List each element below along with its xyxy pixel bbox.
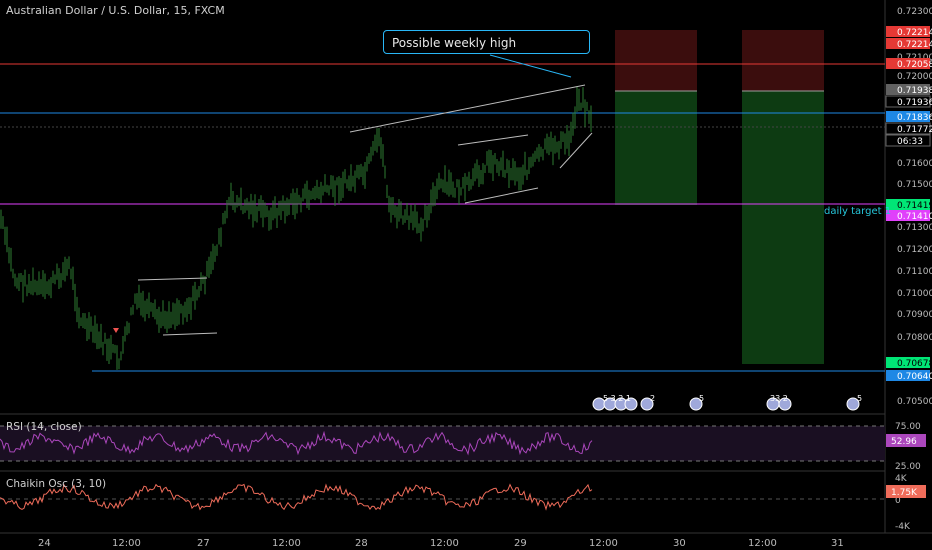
time-tick: 12:00 [272, 538, 301, 549]
price-tick: 0.72300 [897, 7, 932, 17]
price-tick: 0.71600 [897, 159, 932, 169]
daily-target-label: daily target 1 [824, 206, 892, 217]
chart-title: Australian Dollar / U.S. Dollar, 15, FXC… [6, 4, 225, 17]
time-tick: 12:00 [748, 538, 777, 549]
price-badge-text: 0.71772 [897, 125, 932, 135]
rsi-tick-25: 25.00 [895, 462, 921, 472]
chaikin-tick-neg4k: -4K [895, 522, 911, 532]
rsi-value: 52.96 [891, 437, 917, 447]
price-badge-text: 06:33 [897, 137, 923, 147]
time-tick: 31 [831, 538, 844, 549]
price-badge-text: 0.71936 [897, 98, 932, 108]
price-badge-text: 0.71938 [897, 86, 932, 96]
callout-possible-weekly-high[interactable]: Possible weekly high [383, 30, 590, 54]
price-badge-text: 0.72058 [897, 60, 932, 70]
loss-zone-2[interactable] [742, 30, 824, 91]
price-tick: 0.72000 [897, 72, 932, 82]
price-badge-text: 0.71836 [897, 113, 932, 123]
time-tick: 30 [673, 538, 686, 549]
price-badge-text: 0.72214 [897, 40, 932, 50]
chaikin-tick-4k: 4K [895, 474, 908, 484]
price-badge-text: 0.70678 [897, 359, 932, 369]
profit-zone-1[interactable] [615, 91, 697, 205]
event-label-1: 5 3 2 1 [603, 394, 631, 403]
price-tick: 0.70800 [897, 333, 932, 343]
profit-zone-2[interactable] [742, 91, 824, 364]
price-badge-text: 0.72214 [897, 28, 932, 38]
price-tick: 0.70900 [897, 310, 932, 320]
time-tick: 27 [197, 538, 210, 549]
time-tick: 29 [514, 538, 527, 549]
price-badge-text: 0.71410 [897, 212, 932, 222]
price-badge-text: 0.70640 [897, 372, 932, 382]
event-label-2: 2 [650, 394, 655, 403]
price-badge-text: 0.71419 [897, 201, 932, 211]
time-tick: 12:00 [112, 538, 141, 549]
rsi-title[interactable]: RSI (14, close) [6, 421, 82, 433]
time-tick: 24 [38, 538, 51, 549]
event-label-3: 5 [699, 394, 704, 403]
price-tick: 0.70500 [897, 397, 932, 407]
chaikin-title[interactable]: Chaikin Osc (3, 10) [6, 478, 106, 490]
chart-canvas[interactable]: 5 3 2 1 2 5 33 2 5 0.72300 0.72100 0.720… [0, 0, 932, 550]
loss-zone-1[interactable] [615, 30, 697, 91]
time-tick: 28 [355, 538, 368, 549]
rsi-band [0, 426, 885, 461]
price-tick: 0.71300 [897, 223, 932, 233]
price-tick: 0.71100 [897, 267, 932, 277]
price-tick: 0.71200 [897, 245, 932, 255]
event-label-5: 5 [857, 394, 862, 403]
time-tick: 12:00 [430, 538, 459, 549]
time-tick: 12:00 [589, 538, 618, 549]
price-tick: 0.71000 [897, 289, 932, 299]
chaikin-value: 1.75K [891, 488, 918, 498]
event-label-4: 33 2 [770, 394, 788, 403]
price-tick: 0.71500 [897, 180, 932, 190]
rsi-tick-75: 75.00 [895, 422, 921, 432]
